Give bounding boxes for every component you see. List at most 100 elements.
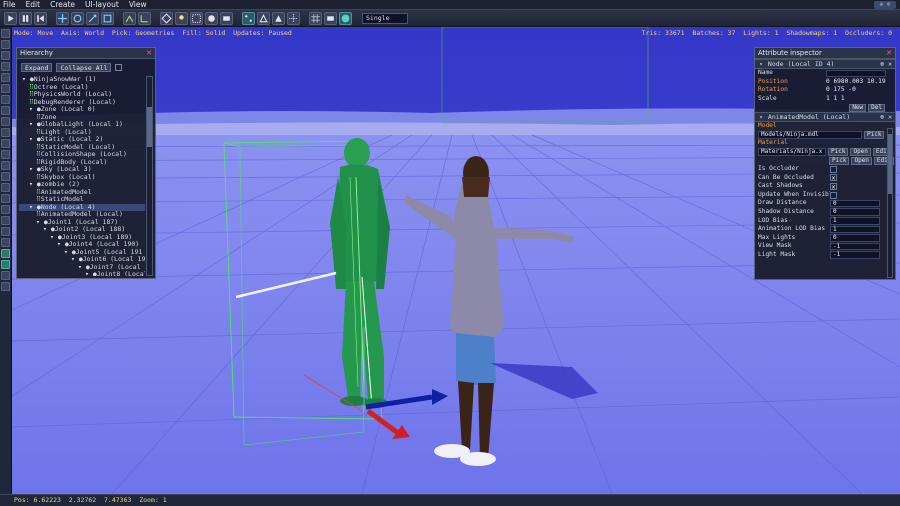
grid-button[interactable] <box>309 11 322 25</box>
tool-strip-button-12[interactable] <box>1 150 10 159</box>
component-header-icons[interactable]: ⊕ ✕ <box>880 113 892 122</box>
scale-value[interactable]: 1 1 1 <box>826 95 845 103</box>
collapse-all-checkbox[interactable] <box>115 64 123 71</box>
tree-item[interactable]: ▾ ●Joint8 (Local <box>19 270 145 276</box>
material-pick-button[interactable]: Pick <box>828 148 849 156</box>
attribute-scrollbar[interactable] <box>887 128 893 278</box>
hierarchy-title-bar[interactable]: Hierarchy ✕ <box>17 48 155 59</box>
material2-open-button[interactable]: Open <box>851 156 872 165</box>
tool-strip-button-21[interactable] <box>1 249 10 258</box>
scale-label: Scale <box>758 94 777 102</box>
close-icon[interactable]: ✕ <box>145 49 153 57</box>
scale-mode-button[interactable] <box>86 11 99 25</box>
material2-pick-button[interactable]: Pick <box>829 156 850 165</box>
model-pick-button[interactable]: Pick <box>864 130 885 139</box>
fill-wireframe-button[interactable] <box>257 11 270 25</box>
tool-strip-button-6[interactable] <box>1 84 10 93</box>
collapse-arrow-icon[interactable]: ▾ <box>758 62 764 68</box>
property-label: Cast Shadows <box>758 182 803 190</box>
window-controls[interactable]: ⊕ ⊗ <box>874 1 896 9</box>
snap-button[interactable] <box>287 11 300 25</box>
sphere-button[interactable] <box>339 11 352 25</box>
revert-button[interactable] <box>34 11 47 25</box>
menu-edit[interactable]: Edit <box>26 0 41 9</box>
rotate-mode-button[interactable] <box>71 11 84 25</box>
fill-points-button[interactable] <box>242 11 255 25</box>
position-value[interactable]: 0 6980.003 10.19 <box>826 78 886 86</box>
name-field[interactable] <box>826 69 886 78</box>
pick-zones-button[interactable] <box>190 11 203 25</box>
property-field[interactable]: 0 <box>830 234 880 242</box>
tool-strip-button-7[interactable] <box>1 95 10 104</box>
tool-strip-button-15[interactable] <box>1 183 10 192</box>
tool-strip-button-22[interactable] <box>1 260 10 269</box>
expand-button[interactable]: Expand <box>21 63 53 72</box>
world-axis-button[interactable] <box>138 11 151 25</box>
property-field[interactable]: -1 <box>830 251 880 259</box>
property-field[interactable]: 0 <box>830 208 880 216</box>
pause-button[interactable] <box>19 11 32 25</box>
tool-strip-button-19[interactable] <box>1 227 10 236</box>
hierarchy-scrollbar[interactable] <box>146 76 153 276</box>
delete-node-button[interactable]: Del <box>868 103 885 112</box>
view-mode-select[interactable]: Single <box>362 12 408 24</box>
pick-lights-button[interactable] <box>175 11 188 25</box>
tool-strip-button-9[interactable] <box>1 117 10 126</box>
property-field[interactable]: 0 <box>830 199 880 208</box>
tool-strip-button-2[interactable] <box>1 40 10 49</box>
node-header-icons[interactable]: ⊕ ✕ <box>880 60 892 69</box>
local-axis-button[interactable] <box>123 11 136 25</box>
pick-rigidbodies-button[interactable] <box>205 11 218 25</box>
tool-strip-button-23[interactable] <box>1 271 10 280</box>
close-icon[interactable]: ✕ <box>885 49 893 57</box>
fill-solid-button[interactable] <box>272 11 285 25</box>
play-button[interactable] <box>4 11 17 25</box>
tool-strip-button-13[interactable] <box>1 161 10 170</box>
property-checkbox[interactable] <box>830 165 837 173</box>
move-mode-button[interactable] <box>56 11 69 25</box>
property-field[interactable]: 1 <box>830 225 880 234</box>
collapse-all-button[interactable]: Collapse All <box>56 63 112 72</box>
material-open-button[interactable]: Open <box>850 148 871 156</box>
pick-ui-button[interactable] <box>220 11 233 25</box>
tool-strip-button-4[interactable] <box>1 62 10 71</box>
node-expand-icon[interactable]: ▾ ● <box>85 270 97 276</box>
tool-strip-button-17[interactable] <box>1 205 10 214</box>
tool-strip-button-20[interactable] <box>1 238 10 247</box>
property-checkbox[interactable]: ✕ <box>830 174 837 182</box>
tool-strip-button-3[interactable] <box>1 51 10 60</box>
attribute-inspector-title-bar[interactable]: Attribute inspector ✕ <box>755 48 895 59</box>
menu-create[interactable]: Create <box>50 0 75 9</box>
rotation-value[interactable]: 0 175 -0 <box>826 86 856 94</box>
material-field[interactable]: Materials/Ninja.x <box>758 148 826 156</box>
select-mode-button[interactable] <box>101 11 114 25</box>
property-label: LOD Bias <box>758 216 788 224</box>
new-component-button[interactable]: New <box>849 103 867 112</box>
pick-geometries-button[interactable] <box>160 11 173 25</box>
property-checkbox[interactable]: ✕ <box>830 182 837 190</box>
tool-strip-button-11[interactable] <box>1 139 10 148</box>
camera-button[interactable] <box>324 11 337 25</box>
tool-strip-button-14[interactable] <box>1 172 10 181</box>
rewind-icon <box>37 14 44 22</box>
tool-strip-button-10[interactable] <box>1 128 10 137</box>
tool-strip-button-8[interactable] <box>1 106 10 115</box>
menu-file[interactable]: File <box>3 0 16 9</box>
property-row: Shadow Distance 0 <box>755 208 895 217</box>
attribute-scroll-thumb[interactable] <box>888 134 892 194</box>
property-label: Shadow Distance <box>758 208 814 215</box>
property-field[interactable]: -1 <box>830 242 880 251</box>
tool-strip-button-16[interactable] <box>1 194 10 203</box>
tool-strip-button-1[interactable] <box>1 29 10 38</box>
menu-ui-layout[interactable]: UI-layout <box>85 0 119 9</box>
tool-strip-button-5[interactable] <box>1 73 10 82</box>
select-icon <box>103 14 112 22</box>
hierarchy-scroll-thumb[interactable] <box>147 107 152 147</box>
property-checkbox[interactable] <box>830 191 837 199</box>
tool-strip-button-24[interactable] <box>1 282 10 291</box>
menu-view[interactable]: View <box>129 0 147 9</box>
tool-strip-button-18[interactable] <box>1 216 10 225</box>
collapse-arrow-icon[interactable]: ▾ <box>758 114 764 121</box>
model-field[interactable]: Models/Ninja.mdl <box>758 131 862 139</box>
property-field[interactable]: 1 <box>830 217 880 225</box>
